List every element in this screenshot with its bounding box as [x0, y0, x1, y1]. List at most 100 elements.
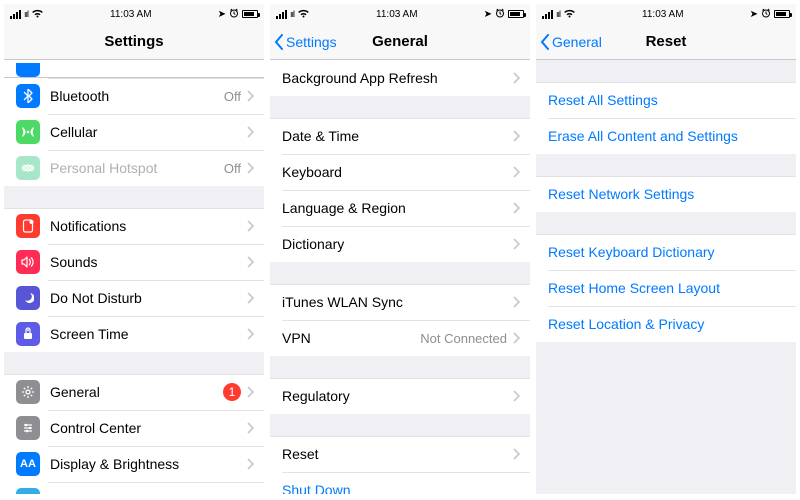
chevron-right-icon	[247, 292, 254, 304]
chevron-right-icon	[513, 332, 520, 344]
chevron-right-icon	[247, 126, 254, 138]
row-notifications[interactable]: Notifications	[4, 208, 264, 244]
wifi-icon	[31, 8, 44, 21]
row-label: Regulatory	[282, 388, 513, 404]
back-button[interactable]: Settings	[270, 34, 337, 50]
row-label: VPN	[282, 330, 420, 346]
row-label: Screen Time	[50, 326, 247, 342]
secondary-signal-icon: ııl	[24, 9, 28, 19]
row-reset-network-settings[interactable]: Reset Network Settings	[536, 176, 796, 212]
screen-settings: ııl 11:03 AM ➤ Settings Bluetooth Off	[4, 4, 264, 494]
status-bar: ııl 11:03 AM ➤	[270, 4, 530, 24]
row-personal-hotspot[interactable]: Personal Hotspot Off	[4, 150, 264, 186]
row-label: iTunes WLAN Sync	[282, 294, 513, 310]
nav-bar: Settings General	[270, 24, 530, 60]
general-list[interactable]: Background App Refresh Date & Time Keybo…	[270, 60, 530, 494]
battery-icon	[508, 10, 524, 18]
row-label: Reset	[282, 446, 513, 462]
chevron-left-icon	[540, 34, 550, 50]
back-button[interactable]: General	[536, 34, 602, 50]
row-label: Reset Location & Privacy	[548, 316, 786, 332]
sounds-icon	[16, 250, 40, 274]
row-reset-location-privacy[interactable]: Reset Location & Privacy	[536, 306, 796, 342]
alarm-icon	[229, 8, 239, 21]
nav-bar: General Reset	[536, 24, 796, 60]
row-general[interactable]: General 1	[4, 374, 264, 410]
row-language-region[interactable]: Language & Region	[270, 190, 530, 226]
badge: 1	[223, 383, 241, 401]
control-center-icon	[16, 416, 40, 440]
reset-list[interactable]: Reset All Settings Erase All Content and…	[536, 60, 796, 494]
location-icon: ➤	[750, 9, 758, 20]
chevron-right-icon	[513, 166, 520, 178]
wifi-icon	[297, 8, 310, 21]
row-do-not-disturb[interactable]: Do Not Disturb	[4, 280, 264, 316]
row-label: Reset Network Settings	[548, 186, 786, 202]
row-label: Background App Refresh	[282, 70, 513, 86]
row-reset-keyboard-dictionary[interactable]: Reset Keyboard Dictionary	[536, 234, 796, 270]
row-label: Wallpaper	[50, 492, 247, 494]
screen-reset: ııl 11:03 AM ➤ General Reset Reset All S…	[536, 4, 796, 494]
settings-list[interactable]: Bluetooth Off Cellular Personal Hotspot …	[4, 60, 264, 494]
row-cellular[interactable]: Cellular	[4, 114, 264, 150]
row-partial-top[interactable]	[4, 60, 264, 78]
back-label: General	[552, 34, 602, 50]
chevron-right-icon	[247, 162, 254, 174]
wallpaper-icon	[16, 488, 40, 494]
row-regulatory[interactable]: Regulatory	[270, 378, 530, 414]
back-label: Settings	[286, 34, 337, 50]
row-screen-time[interactable]: Screen Time	[4, 316, 264, 352]
screentime-icon	[16, 322, 40, 346]
row-label: Keyboard	[282, 164, 513, 180]
row-itunes-wlan-sync[interactable]: iTunes WLAN Sync	[270, 284, 530, 320]
row-label: Notifications	[50, 218, 247, 234]
nav-bar: Settings	[4, 24, 264, 60]
cellular-signal-icon	[276, 10, 287, 19]
status-bar: ııl 11:03 AM ➤	[536, 4, 796, 24]
battery-icon	[242, 10, 258, 18]
cellular-signal-icon	[542, 10, 553, 19]
row-label: General	[50, 384, 223, 400]
row-reset-home-screen-layout[interactable]: Reset Home Screen Layout	[536, 270, 796, 306]
chevron-right-icon	[247, 458, 254, 470]
row-label: Reset Keyboard Dictionary	[548, 244, 786, 260]
chevron-right-icon	[247, 256, 254, 268]
chevron-right-icon	[247, 422, 254, 434]
chevron-right-icon	[513, 296, 520, 308]
general-icon	[16, 380, 40, 404]
row-value: Off	[224, 89, 241, 104]
row-shut-down[interactable]: Shut Down	[270, 472, 530, 494]
row-erase-all-content[interactable]: Erase All Content and Settings	[536, 118, 796, 154]
row-vpn[interactable]: VPN Not Connected	[270, 320, 530, 356]
row-keyboard[interactable]: Keyboard	[270, 154, 530, 190]
chevron-right-icon	[247, 328, 254, 340]
secondary-signal-icon: ııl	[556, 9, 560, 19]
row-label: Control Center	[50, 420, 247, 436]
screen-general: ııl 11:03 AM ➤ Settings General Backgrou…	[270, 4, 530, 494]
display-icon: AA	[16, 452, 40, 476]
row-background-app-refresh[interactable]: Background App Refresh	[270, 60, 530, 96]
row-sounds[interactable]: Sounds	[4, 244, 264, 280]
row-reset-all-settings[interactable]: Reset All Settings	[536, 82, 796, 118]
row-display-brightness[interactable]: AA Display & Brightness	[4, 446, 264, 482]
location-icon: ➤	[484, 9, 492, 20]
location-icon: ➤	[218, 9, 226, 20]
row-label: Personal Hotspot	[50, 160, 224, 176]
row-control-center[interactable]: Control Center	[4, 410, 264, 446]
row-dictionary[interactable]: Dictionary	[270, 226, 530, 262]
row-bluetooth[interactable]: Bluetooth Off	[4, 78, 264, 114]
status-time: 11:03 AM	[110, 9, 152, 20]
chevron-right-icon	[513, 448, 520, 460]
row-wallpaper[interactable]: Wallpaper	[4, 482, 264, 494]
row-label: Do Not Disturb	[50, 290, 247, 306]
cellular-icon	[16, 120, 40, 144]
status-time: 11:03 AM	[376, 9, 418, 20]
row-label: Display & Brightness	[50, 456, 247, 472]
wifi-icon	[563, 8, 576, 21]
row-label: Reset Home Screen Layout	[548, 280, 786, 296]
row-value: Not Connected	[420, 331, 507, 346]
chevron-right-icon	[513, 202, 520, 214]
notifications-icon	[16, 214, 40, 238]
row-date-time[interactable]: Date & Time	[270, 118, 530, 154]
row-reset[interactable]: Reset	[270, 436, 530, 472]
